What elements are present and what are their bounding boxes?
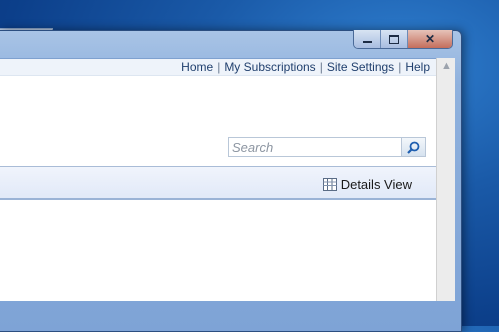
- search-button[interactable]: [402, 137, 426, 157]
- home-link[interactable]: Home: [181, 60, 213, 74]
- view-toolbar: Details View: [0, 166, 436, 200]
- my-subscriptions-link[interactable]: My Subscriptions: [224, 60, 315, 74]
- top-links-bar: Home | My Subscriptions | Site Settings …: [0, 59, 436, 76]
- details-view-button[interactable]: Details View: [322, 177, 412, 192]
- minimize-button[interactable]: [354, 30, 381, 48]
- search-input[interactable]: Search: [228, 137, 402, 157]
- maximize-icon: [389, 34, 399, 44]
- link-separator: |: [319, 60, 323, 74]
- scroll-up-arrow-icon[interactable]: ▲: [441, 60, 452, 72]
- page-content: Home | My Subscriptions | Site Settings …: [0, 58, 442, 301]
- maximize-button[interactable]: [381, 30, 408, 48]
- close-icon: ✕: [424, 32, 436, 46]
- search-icon: [407, 141, 420, 154]
- details-view-icon: [322, 178, 337, 191]
- help-link[interactable]: Help: [405, 60, 430, 74]
- caption-buttons: ✕: [353, 30, 453, 49]
- details-view-label: Details View: [340, 177, 412, 192]
- link-separator: |: [217, 60, 221, 74]
- close-button[interactable]: ✕: [408, 30, 452, 48]
- minimize-icon: [362, 41, 372, 43]
- site-settings-link[interactable]: Site Settings: [327, 60, 394, 74]
- vertical-scrollbar[interactable]: ▲: [436, 58, 455, 301]
- link-separator: |: [398, 60, 402, 74]
